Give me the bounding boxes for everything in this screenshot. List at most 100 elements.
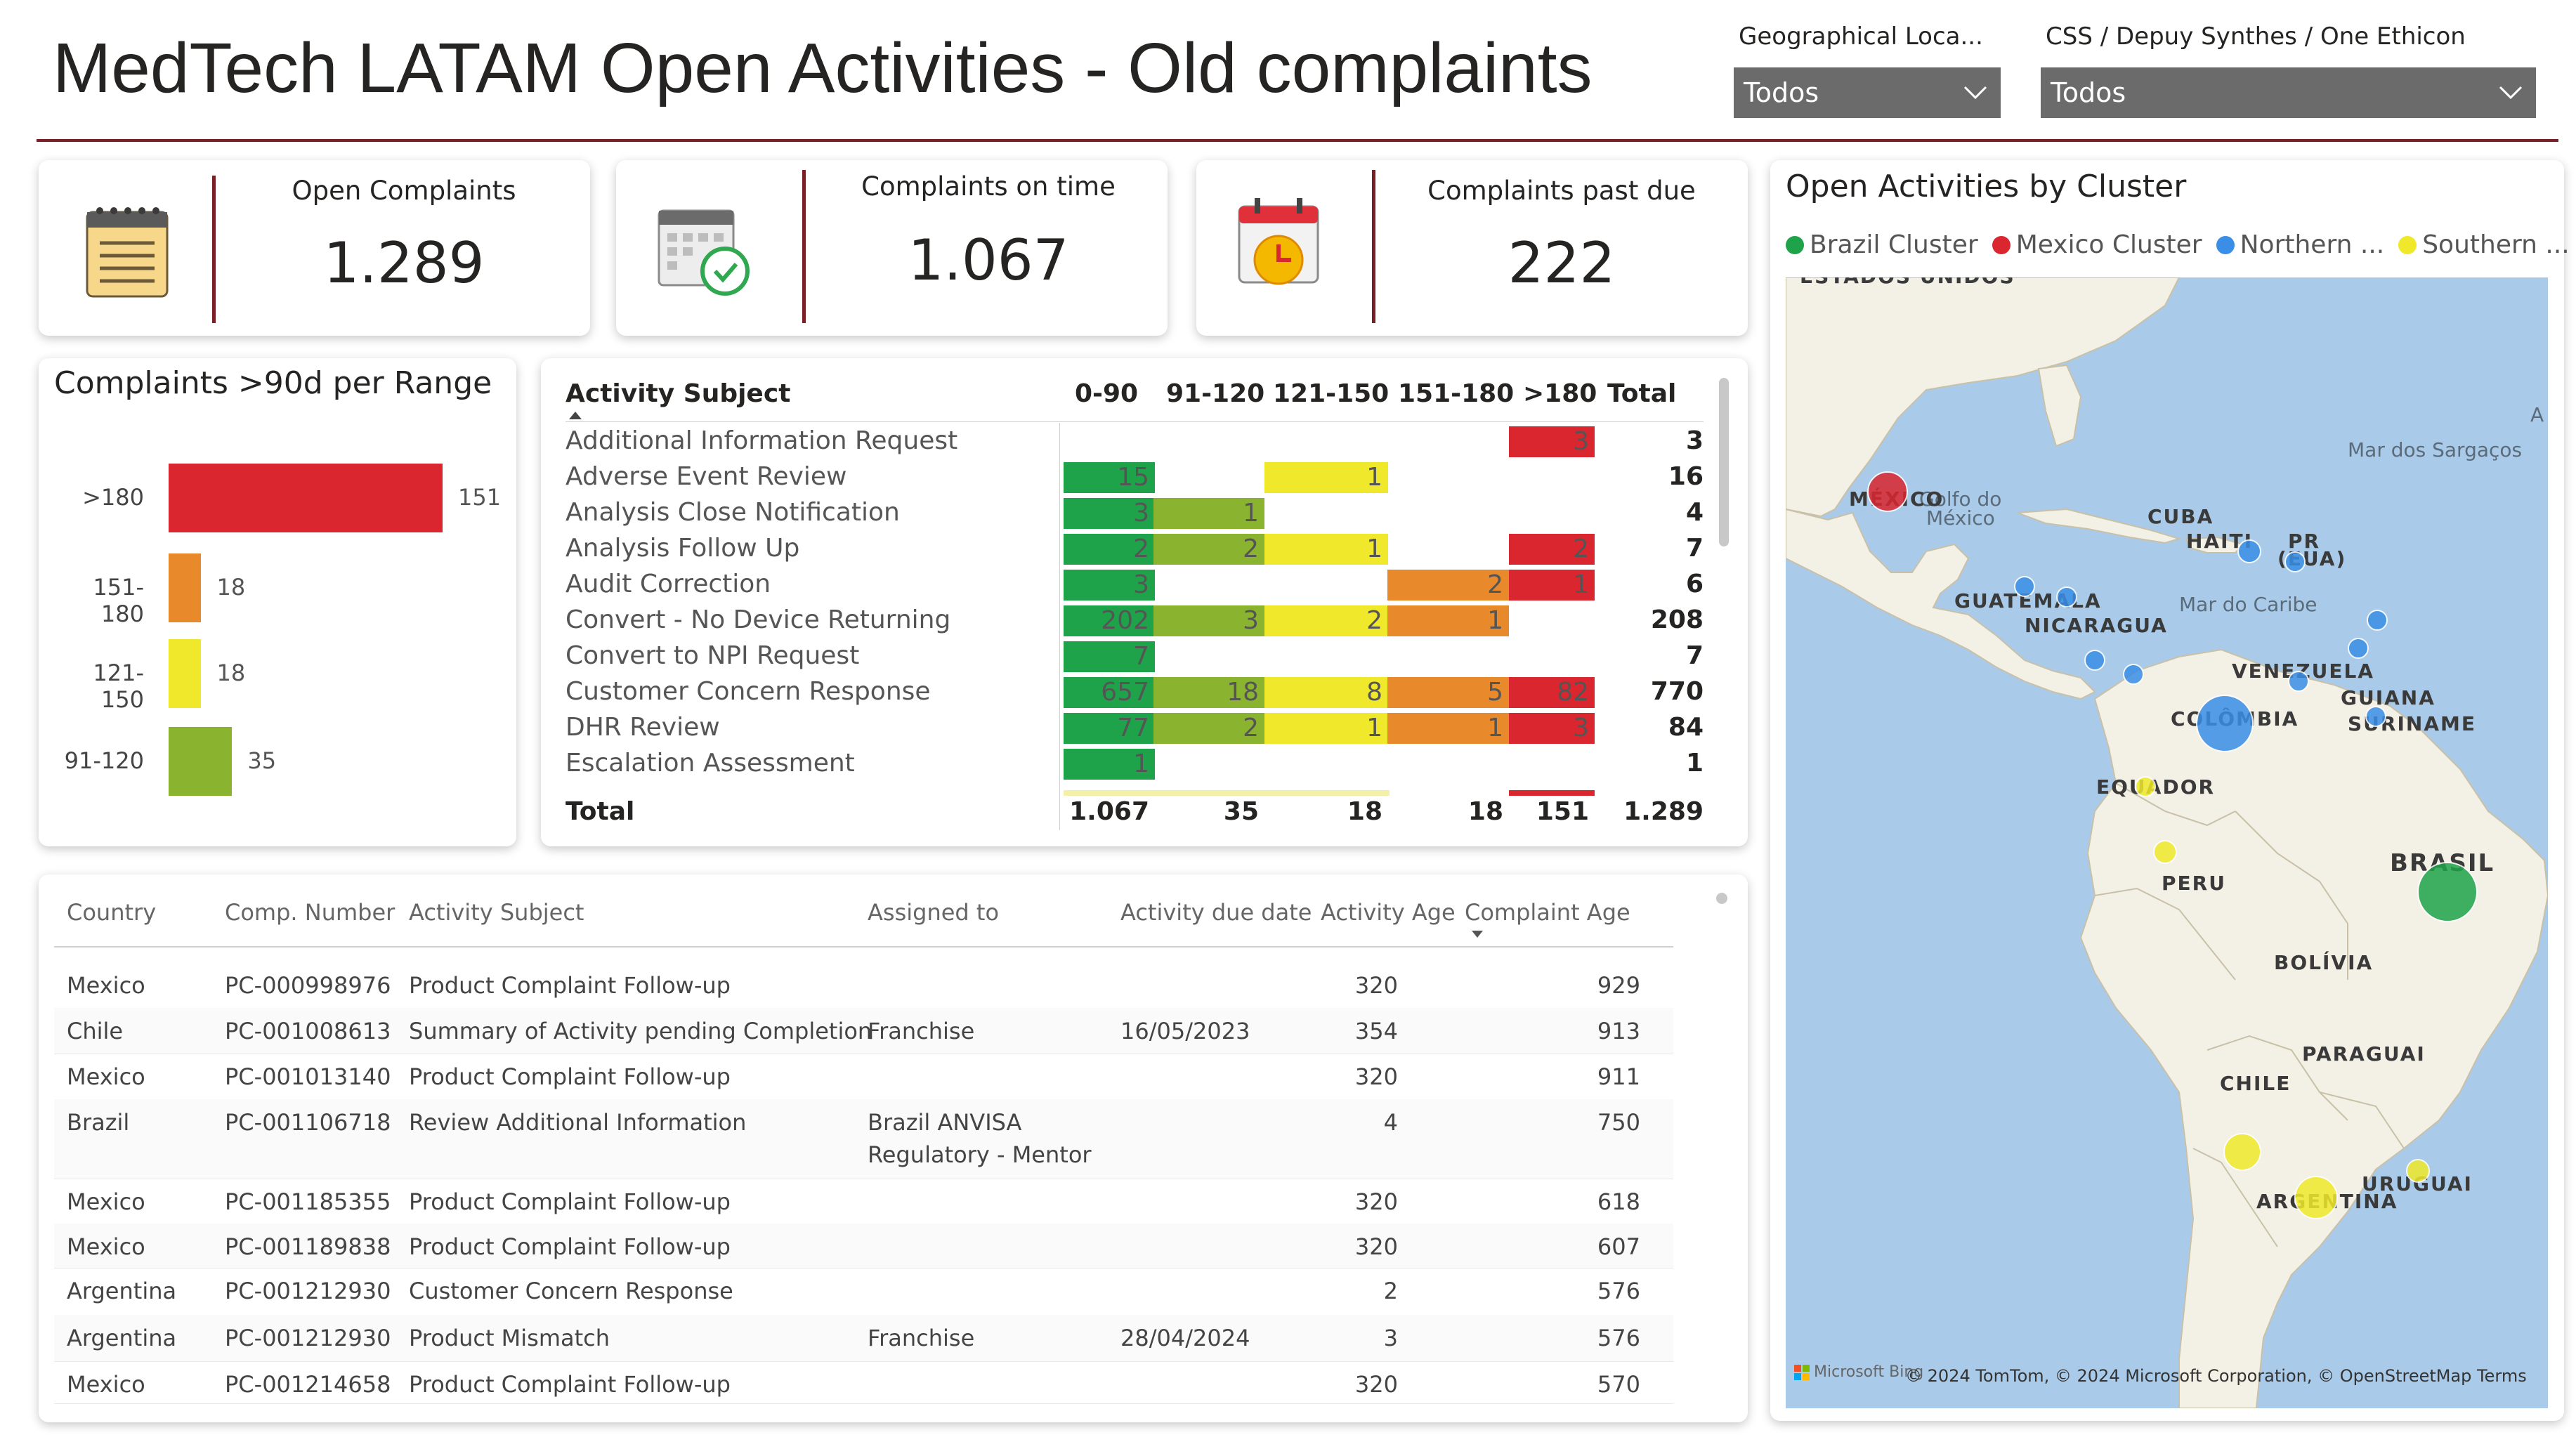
- matrix-cell[interactable]: 5: [1387, 677, 1509, 708]
- range-bar[interactable]: [169, 464, 443, 532]
- matrix-cell[interactable]: 1: [1264, 462, 1388, 493]
- map-bubble-dominican[interactable]: [2237, 539, 2261, 563]
- matrix-cell[interactable]: 2: [1064, 534, 1155, 565]
- matrix-cell[interactable]: 3: [1509, 426, 1595, 457]
- map-attribution[interactable]: © 2024 TomTom, © 2024 Microsoft Corporat…: [1905, 1366, 2527, 1386]
- matrix-cell[interactable]: 2: [1387, 570, 1509, 601]
- matrix-row-label[interactable]: Analysis Close Notification: [565, 498, 900, 527]
- matrix-row-label[interactable]: Analysis Follow Up: [565, 534, 799, 563]
- matrix-row-label[interactable]: Audit Correction: [565, 570, 771, 598]
- range-category-label: >180: [82, 484, 144, 511]
- matrix-cell[interactable]: 2: [1264, 605, 1388, 636]
- table-cell: Product Complaint Follow-up: [409, 1371, 731, 1398]
- matrix-column-divider: [1059, 423, 1060, 830]
- map-canvas[interactable]: Golfo do México Mar dos Sargaços Mar do …: [1786, 277, 2548, 1408]
- matrix-header-range[interactable]: 0-90: [1075, 379, 1138, 408]
- matrix-header-subject[interactable]: Activity Subject: [565, 379, 790, 408]
- matrix-row-label[interactable]: Escalation Assessment: [565, 749, 855, 778]
- matrix-header-total[interactable]: Total: [1607, 379, 1676, 408]
- matrix-cell[interactable]: 1: [1264, 713, 1388, 744]
- table-column-header[interactable]: Complaint Age: [1465, 899, 1630, 926]
- table-cell: Product Complaint Follow-up: [409, 972, 731, 999]
- matrix-cell[interactable]: 1: [1387, 713, 1509, 744]
- legend-item[interactable]: Southern ...: [2398, 230, 2570, 259]
- range-bar-value: 18: [216, 574, 246, 601]
- table-scrollbar[interactable]: [1716, 893, 1727, 904]
- matrix-cell[interactable]: 3: [1064, 570, 1155, 601]
- map-bubble-honduras[interactable]: [2056, 586, 2077, 608]
- table-column-header[interactable]: Activity Subject: [409, 899, 584, 926]
- matrix-row-label[interactable]: DHR Review: [565, 713, 720, 742]
- matrix-row-label[interactable]: Additional Information Request: [565, 426, 957, 455]
- matrix-cell[interactable]: 82: [1509, 677, 1595, 708]
- map-bubble-colombia[interactable]: [2196, 695, 2254, 752]
- kpi-label: Open Complaints: [292, 176, 516, 206]
- matrix-row-label[interactable]: Customer Concern Response: [565, 677, 931, 706]
- table-column-header[interactable]: Activity Age: [1321, 899, 1456, 926]
- map-bubble-puerto-rico[interactable]: [2284, 551, 2306, 572]
- map-bubble-chile[interactable]: [2223, 1133, 2261, 1171]
- map-bubble-guyana[interactable]: [2365, 706, 2386, 727]
- matrix-header-range[interactable]: 91-120: [1166, 379, 1264, 408]
- map-bubble-ecuador[interactable]: [2135, 776, 2156, 797]
- map-label: CUBA: [2147, 505, 2214, 528]
- map-bubble-costa-rica[interactable]: [2084, 650, 2105, 671]
- matrix-cell[interactable]: 1: [1387, 605, 1509, 636]
- map-bubble-uruguay[interactable]: [2406, 1159, 2430, 1183]
- matrix-cell[interactable]: 3: [1509, 713, 1595, 744]
- franchise-filter-dropdown[interactable]: Todos: [2041, 67, 2536, 118]
- map-label: PARAGUAI: [2302, 1042, 2426, 1066]
- legend-item[interactable]: Northern ...: [2216, 230, 2384, 259]
- matrix-cell[interactable]: 3: [1153, 605, 1264, 636]
- map-bubble-mexico[interactable]: [1867, 471, 1908, 512]
- geo-filter-dropdown[interactable]: Todos: [1734, 67, 2001, 118]
- map-bubble-panama[interactable]: [2123, 664, 2144, 685]
- matrix-header-range[interactable]: 151-180: [1398, 379, 1514, 408]
- map-bubble-caribbean[interactable]: [2348, 638, 2369, 659]
- matrix-cell[interactable]: 18: [1153, 677, 1264, 708]
- map-bubble-brazil[interactable]: [2417, 862, 2478, 922]
- table-column-header[interactable]: Comp. Number: [225, 899, 395, 926]
- legend-item[interactable]: Mexico Cluster: [1992, 230, 2202, 259]
- table-cell: 576: [1597, 1278, 1640, 1304]
- matrix-cell[interactable]: 15: [1064, 462, 1155, 493]
- range-bar[interactable]: [169, 727, 233, 796]
- range-bar[interactable]: [169, 553, 202, 622]
- range-bar[interactable]: [169, 639, 202, 708]
- matrix-cell[interactable]: 2: [1153, 713, 1264, 744]
- legend-item[interactable]: Brazil Cluster: [1786, 230, 1978, 259]
- matrix-cell[interactable]: 202: [1064, 605, 1155, 636]
- matrix-cell[interactable]: 1: [1509, 570, 1595, 601]
- map-bubble-venezuela[interactable]: [2288, 671, 2309, 692]
- chevron-down-icon: [1963, 86, 1987, 100]
- map-bubble-peru[interactable]: [2153, 840, 2177, 864]
- map-bubble-argentina[interactable]: [2294, 1176, 2338, 1219]
- matrix-header-range[interactable]: >180: [1523, 379, 1597, 408]
- table-cell: Mexico: [67, 1371, 145, 1398]
- matrix-row-label[interactable]: Adverse Event Review: [565, 462, 846, 491]
- table-column-header[interactable]: Assigned to: [868, 899, 999, 926]
- matrix-column-total: 35: [1223, 797, 1259, 826]
- map-bubble-trinidad[interactable]: [2367, 610, 2388, 631]
- calendar-clock-icon: [1235, 195, 1326, 304]
- matrix-row-label[interactable]: Convert to NPI Request: [565, 641, 859, 670]
- matrix-cell[interactable]: 657: [1064, 677, 1155, 708]
- matrix-cell[interactable]: 8: [1264, 677, 1388, 708]
- table-column-header[interactable]: Country: [67, 899, 156, 926]
- matrix-cell[interactable]: 2: [1153, 534, 1264, 565]
- matrix-cell[interactable]: 1: [1064, 749, 1155, 780]
- table-column-header[interactable]: Activity due date: [1120, 899, 1312, 926]
- matrix-row-label[interactable]: Convert - No Device Returning: [565, 605, 950, 634]
- matrix-scrollbar[interactable]: [1719, 378, 1729, 546]
- matrix-cell[interactable]: 77: [1064, 713, 1155, 744]
- kpi-value: 222: [1508, 230, 1616, 296]
- matrix-cell[interactable]: 3: [1064, 498, 1155, 529]
- matrix-row-total: 770: [1650, 677, 1704, 706]
- matrix-cell[interactable]: 1: [1264, 534, 1388, 565]
- matrix-header-range[interactable]: 121-150: [1273, 379, 1389, 408]
- matrix-cell[interactable]: 2: [1509, 534, 1595, 565]
- matrix-grand-total: 1.289: [1623, 797, 1704, 826]
- matrix-cell[interactable]: 1: [1153, 498, 1264, 529]
- matrix-cell[interactable]: 7: [1064, 641, 1155, 672]
- map-bubble-guatemala[interactable]: [2014, 576, 2035, 597]
